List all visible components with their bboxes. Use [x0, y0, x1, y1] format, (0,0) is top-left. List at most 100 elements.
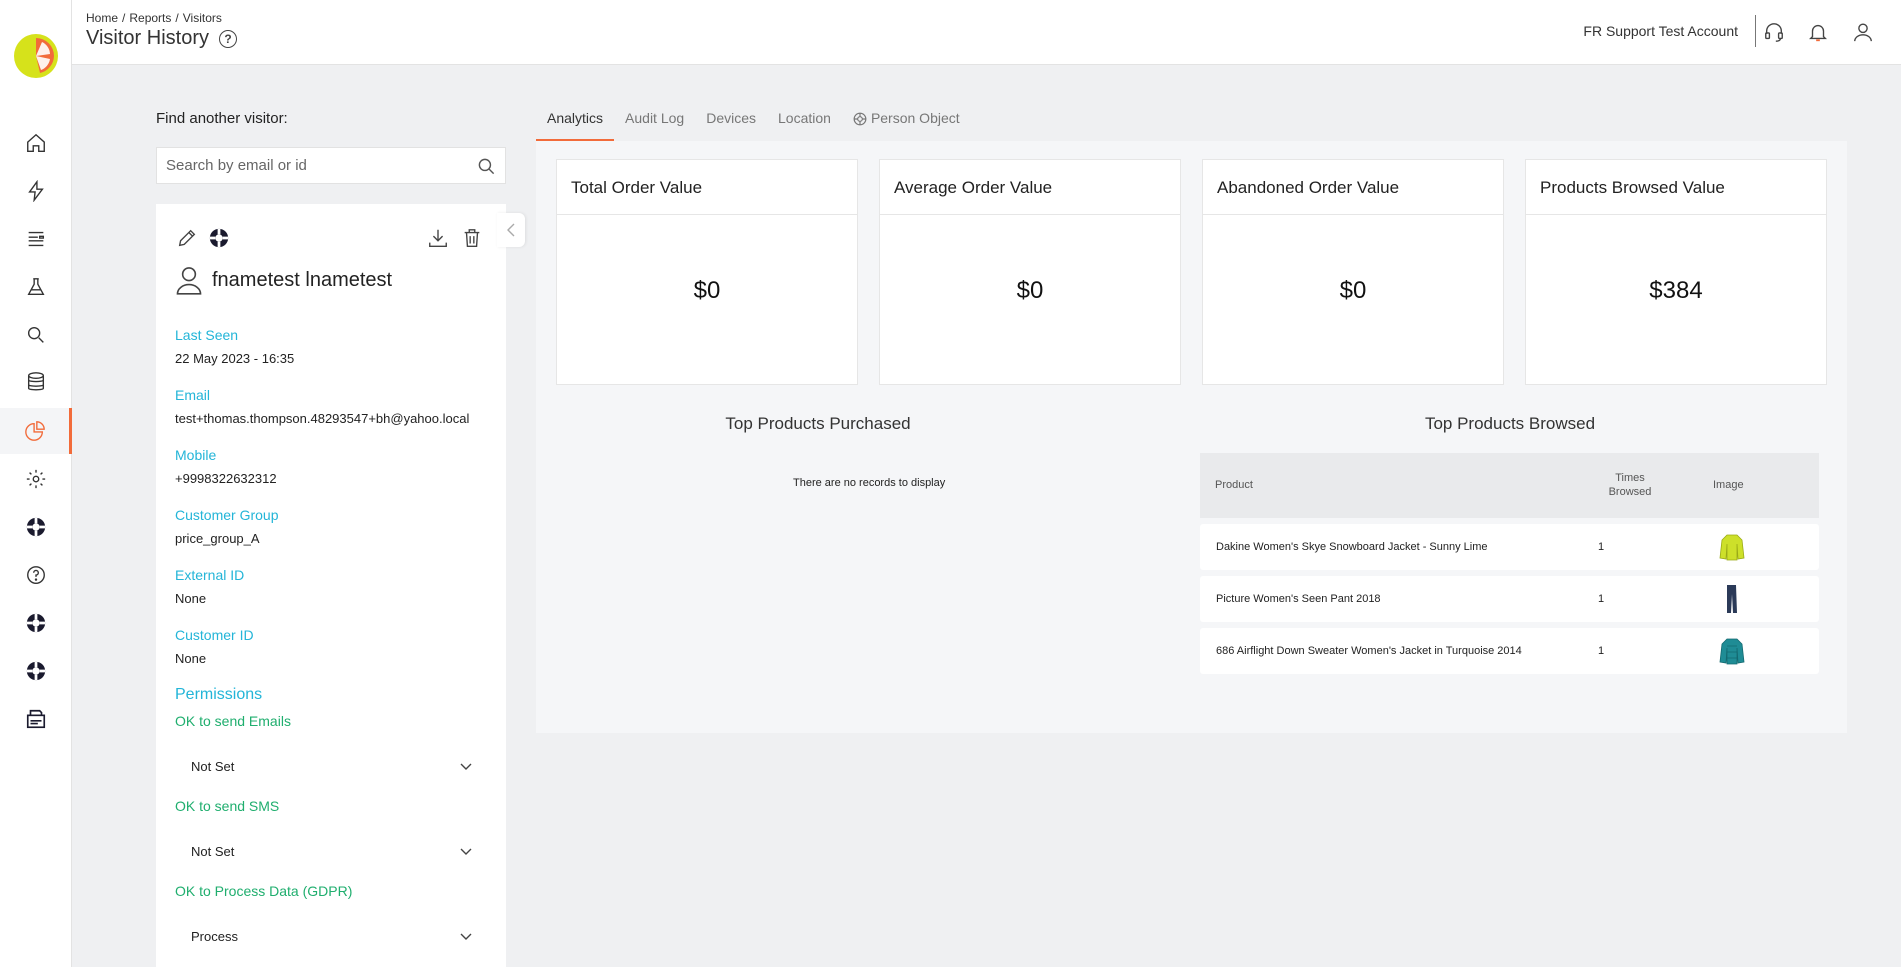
lightning-icon — [28, 180, 44, 202]
tab-analytics[interactable]: Analytics — [536, 105, 615, 141]
field-label-mobile: Mobile — [175, 447, 217, 463]
brand-logo[interactable] — [13, 33, 59, 79]
table-header: Product Times Browsed Image — [1200, 453, 1819, 518]
turquoise-jacket-image — [1719, 638, 1745, 665]
tab-audit-log[interactable]: Audit Log — [614, 105, 695, 141]
download-icon[interactable] — [426, 226, 450, 250]
delete-trash-icon[interactable] — [460, 226, 484, 250]
nav-search[interactable] — [0, 312, 72, 358]
list-icon — [28, 231, 45, 247]
tab-label: Audit Log — [625, 110, 685, 126]
perm-select-gdpr[interactable]: Process — [175, 921, 485, 951]
visitor-name: fnametest lnametest — [212, 268, 393, 291]
chevron-left-icon — [507, 223, 515, 237]
edit-pencil-icon[interactable] — [175, 226, 199, 250]
search-icon[interactable] — [477, 157, 496, 176]
kpi-value: $0 — [1339, 277, 1367, 304]
divider — [1755, 15, 1756, 47]
times-browsed: 1 — [1598, 593, 1605, 605]
field-label-customer-id: Customer ID — [175, 627, 254, 643]
lifebuoy-icon — [853, 112, 867, 126]
chevron-down-icon — [460, 763, 472, 770]
nav-campaigns[interactable] — [0, 168, 72, 214]
help-icon — [27, 566, 45, 584]
product-name: Picture Women's Seen Pant 2018 — [1216, 593, 1381, 605]
kpi-value: $0 — [1016, 277, 1044, 304]
lifebuoy-icon[interactable] — [207, 226, 231, 250]
lifebuoy-icon — [26, 613, 46, 633]
user-profile-icon[interactable] — [1851, 20, 1875, 44]
no-records-message: There are no records to display — [793, 477, 946, 489]
search-icon — [27, 326, 44, 343]
notifications-bell-icon[interactable] — [1806, 20, 1830, 44]
table-row[interactable]: Picture Women's Seen Pant 2018 1 — [1200, 576, 1819, 622]
headset-icon[interactable] — [1762, 20, 1786, 44]
kpi-card-average-order: Average Order Value $0 — [879, 159, 1181, 385]
field-label-customer-group: Customer Group — [175, 507, 279, 523]
chevron-down-icon — [460, 933, 472, 940]
field-value-mobile: +9998322632312 — [175, 471, 277, 486]
field-value-external-id: None — [175, 591, 207, 606]
nav-support-1[interactable] — [0, 504, 72, 550]
nav-help[interactable] — [0, 552, 72, 598]
nav-reports[interactable] — [0, 408, 72, 454]
nav-data[interactable] — [0, 359, 72, 405]
perm-select-value: Not Set — [191, 758, 235, 774]
tab-label: Devices — [706, 110, 756, 126]
breadcrumb-visitors[interactable]: Visitors — [183, 11, 222, 25]
tab-person-object[interactable]: Person Object — [842, 105, 971, 141]
nav-print[interactable] — [0, 696, 72, 742]
chevron-down-icon — [460, 848, 472, 855]
page-title-row: Visitor History ? — [86, 27, 237, 50]
navy-pant-image — [1727, 585, 1737, 613]
person-icon — [176, 267, 202, 295]
nav-content[interactable] — [0, 216, 72, 262]
table-row[interactable]: 686 Airflight Down Sweater Women's Jacke… — [1200, 628, 1819, 674]
nav-support-3[interactable] — [0, 648, 72, 694]
lifebuoy-icon — [26, 661, 46, 681]
page-title: Visitor History — [86, 27, 209, 49]
nav-home[interactable] — [0, 120, 72, 166]
nav-experiments[interactable] — [0, 264, 72, 310]
breadcrumb-reports[interactable]: Reports — [129, 11, 171, 25]
breadcrumb-home[interactable]: Home — [86, 11, 118, 25]
lime-jacket-image — [1719, 534, 1745, 561]
lifebuoy-icon — [26, 517, 46, 537]
tab-devices[interactable]: Devices — [695, 105, 767, 141]
top-bar: Home / Reports / Visitors Visitor History … — [72, 0, 1901, 65]
help-icon[interactable]: ? — [219, 29, 237, 48]
account-name[interactable]: FR Support Test Account — [1583, 23, 1738, 39]
tab-label: Analytics — [547, 110, 604, 126]
kpi-title: Average Order Value — [880, 160, 1180, 215]
field-value-email: test+thomas.thompson.48293547+bh@yahoo.l… — [175, 411, 470, 426]
visitor-search-box — [156, 147, 506, 184]
field-label-email: Email — [175, 387, 211, 403]
field-label-external-id: External ID — [175, 567, 245, 583]
kpi-title: Total Order Value — [557, 160, 857, 215]
table-row[interactable]: Dakine Women's Skye Snowboard Jacket - S… — [1200, 524, 1819, 570]
printer-icon — [26, 709, 46, 729]
tab-label: Location — [778, 110, 831, 126]
flask-icon — [27, 278, 45, 296]
database-icon — [27, 372, 45, 391]
left-nav — [0, 0, 72, 967]
kpi-card-abandoned-order: Abandoned Order Value $0 — [1202, 159, 1504, 385]
perm-select-value: Process — [191, 928, 238, 944]
column-header-image: Image — [1713, 479, 1744, 491]
perm-label-gdpr: OK to Process Data (GDPR) — [175, 883, 353, 899]
tab-location[interactable]: Location — [767, 105, 842, 141]
visitor-search-input[interactable] — [157, 148, 457, 183]
field-value-customer-group: price_group_A — [175, 531, 260, 546]
gear-icon — [26, 469, 46, 489]
kpi-title: Abandoned Order Value — [1203, 160, 1503, 215]
breadcrumb: Home / Reports / Visitors — [86, 11, 222, 25]
nav-support-2[interactable] — [0, 600, 72, 646]
perm-select-emails[interactable]: Not Set — [175, 751, 485, 781]
perm-select-sms[interactable]: Not Set — [175, 836, 485, 866]
column-header-product[interactable]: Product — [1215, 479, 1253, 491]
tab-label: Person Object — [870, 110, 960, 126]
nav-settings[interactable] — [0, 456, 72, 502]
field-value-customer-id: None — [175, 651, 207, 666]
collapse-panel-button[interactable] — [497, 213, 525, 247]
column-header-times-browsed[interactable]: Times Browsed — [1600, 471, 1660, 499]
